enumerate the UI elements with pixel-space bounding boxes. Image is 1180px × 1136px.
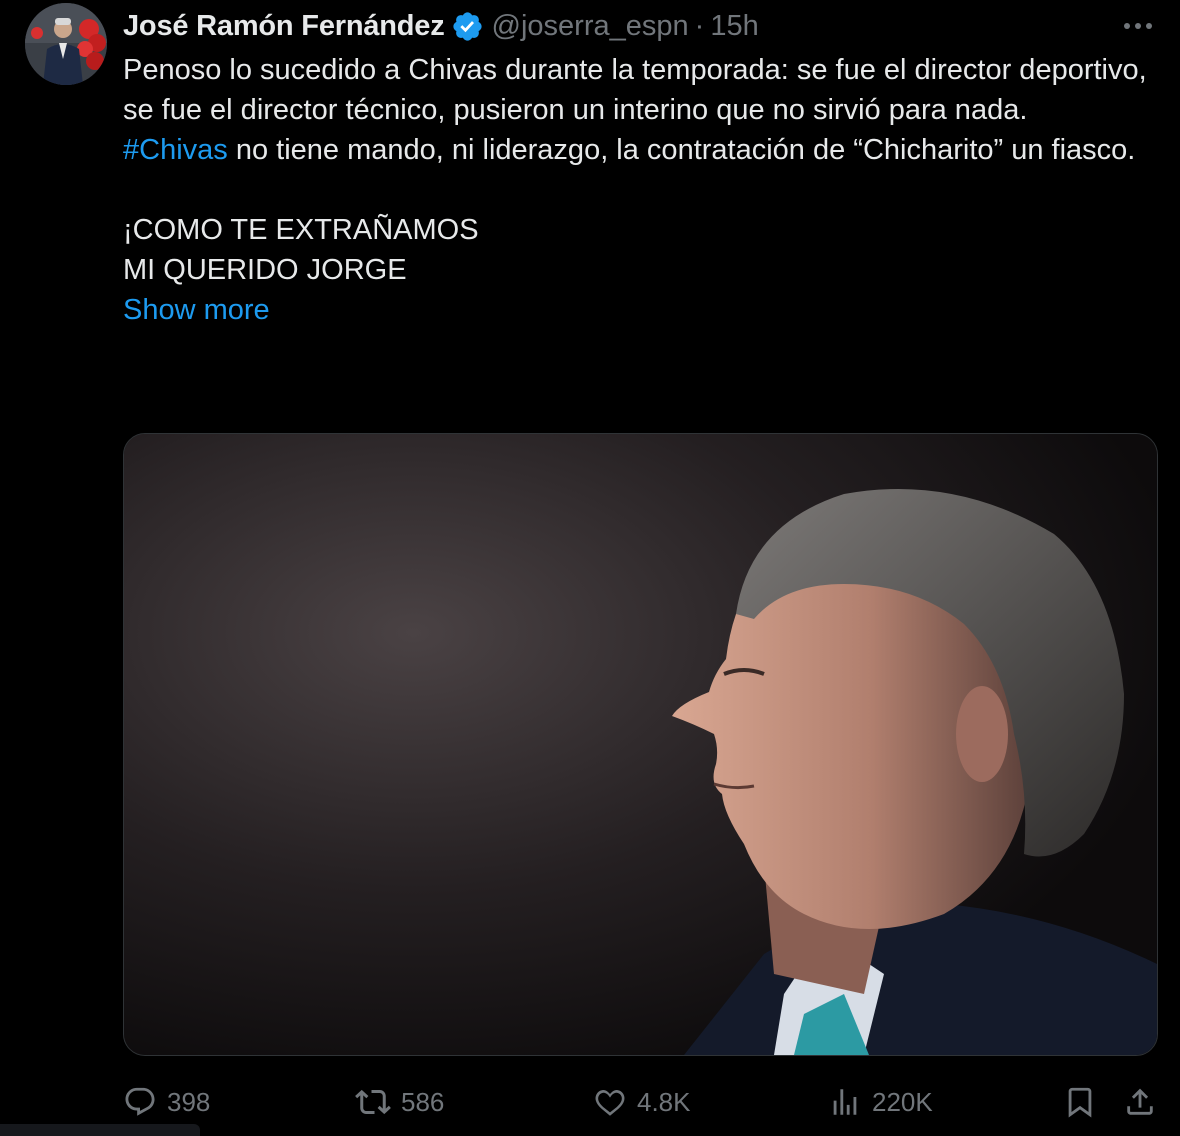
timestamp[interactable]: 15h <box>710 10 758 43</box>
bottom-scroll-bar <box>0 1124 200 1136</box>
views-count: 220K <box>872 1086 933 1117</box>
tweet-paragraph-2-text: no tiene mando, ni liderazgo, la contrat… <box>227 134 1136 166</box>
tweet-text: Penoso lo sucedido a Chivas durante la t… <box>123 50 1163 330</box>
handle[interactable]: @joserra_espn <box>492 10 689 43</box>
heart-icon <box>595 1089 625 1116</box>
separator-dot: · <box>694 9 705 42</box>
repost-button[interactable]: 586 <box>355 1078 444 1126</box>
tweet-paragraph-1: Penoso lo sucedido a Chivas durante la t… <box>123 54 1147 126</box>
tweet-header: José Ramón Fernández @joserra_espn · 15h <box>123 4 759 48</box>
tweet-paragraph-3: ¡COMO TE EXTRAÑAMOS <box>123 214 479 246</box>
tweet-actions: 398 586 4.8K 220K <box>123 1078 1163 1126</box>
reply-count: 398 <box>167 1086 211 1117</box>
tweet-paragraph-4: MI QUERIDO JORGE <box>123 254 407 286</box>
bookmark-button[interactable] <box>1063 1078 1107 1126</box>
bookmark-icon <box>1068 1087 1092 1118</box>
views-icon <box>833 1089 857 1115</box>
show-more-link[interactable]: Show more <box>123 294 270 326</box>
repost-icon <box>355 1089 391 1115</box>
share-icon <box>1127 1088 1153 1115</box>
tweet-media-photo[interactable] <box>123 433 1158 1056</box>
display-name[interactable]: José Ramón Fernández <box>123 10 445 43</box>
tweet[interactable]: José Ramón Fernández @joserra_espn · 15h… <box>0 0 1180 1136</box>
avatar[interactable] <box>25 3 107 85</box>
more-icon <box>1124 23 1152 29</box>
reply-button[interactable]: 398 <box>123 1078 210 1126</box>
repost-count: 586 <box>401 1086 445 1117</box>
reply-icon <box>125 1087 155 1116</box>
like-count: 4.8K <box>637 1086 691 1117</box>
tweet-paragraph-2: #Chivas no tiene mando, ni liderazgo, la… <box>123 130 1163 170</box>
like-button[interactable]: 4.8K <box>593 1078 691 1126</box>
more-options-button[interactable] <box>1118 8 1158 44</box>
views-button[interactable]: 220K <box>828 1078 933 1126</box>
verified-badge-icon <box>452 11 482 41</box>
share-button[interactable] <box>1123 1078 1167 1126</box>
hashtag-link[interactable]: #Chivas <box>123 134 228 166</box>
